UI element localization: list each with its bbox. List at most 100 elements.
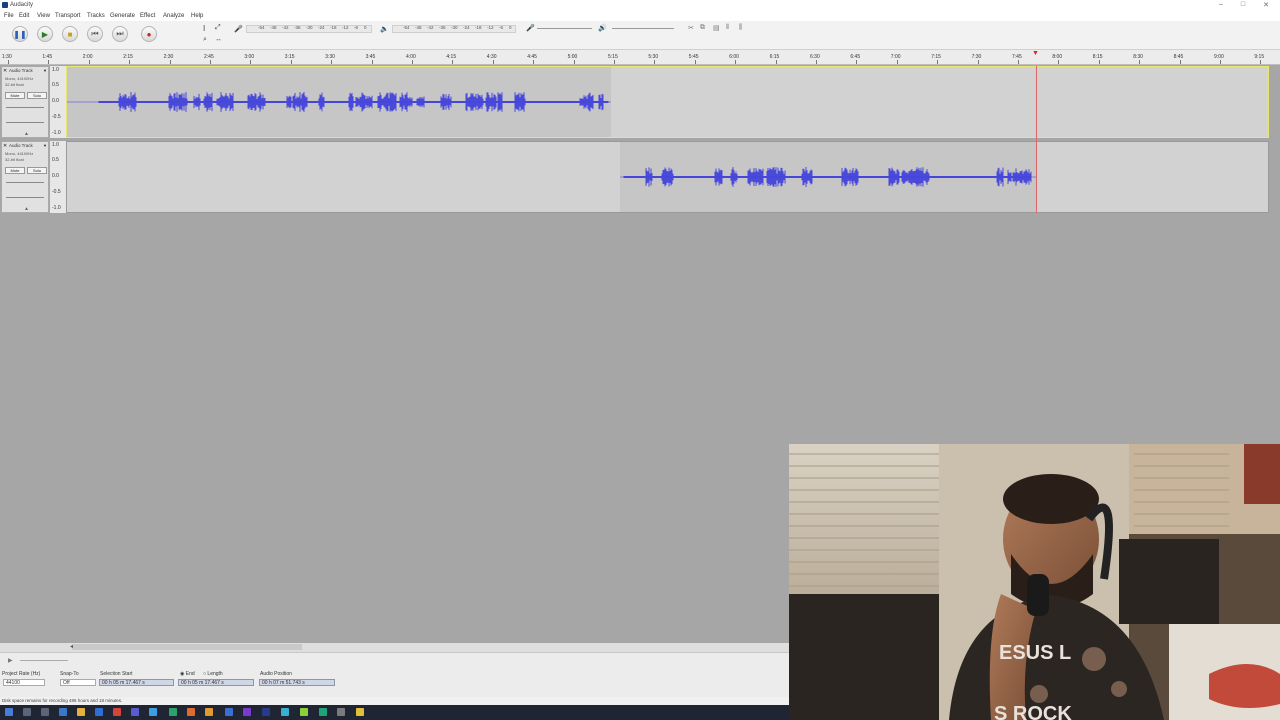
solo-button[interactable]: Solo xyxy=(27,167,47,174)
menu-tracks[interactable]: Tracks xyxy=(87,13,105,19)
edge-icon[interactable] xyxy=(59,708,67,716)
gain-slider[interactable] xyxy=(6,107,44,108)
app-icon[interactable] xyxy=(337,708,345,716)
play-head-marker-icon[interactable]: ▼ xyxy=(1032,50,1039,57)
silence-icon[interactable]: ⫼ xyxy=(739,24,742,32)
audacity-taskbar-icon[interactable] xyxy=(356,708,364,716)
gain-slider[interactable] xyxy=(6,182,44,183)
selection-start-field[interactable]: 00 h 05 m 17.467 s xyxy=(99,679,174,686)
app-icon[interactable] xyxy=(205,708,213,716)
cut-icon[interactable]: ✂ xyxy=(688,24,694,32)
close-icon[interactable]: ✕ xyxy=(1259,1,1273,9)
menu-view[interactable]: View xyxy=(37,13,50,19)
microphone-icon[interactable]: 🎤 xyxy=(234,25,243,33)
app-icon[interactable] xyxy=(169,708,177,716)
menu-generate[interactable]: Generate xyxy=(110,13,135,19)
skip-start-button[interactable]: ⏮ xyxy=(87,26,103,42)
pan-slider[interactable] xyxy=(6,122,44,123)
task-view-icon[interactable] xyxy=(41,708,49,716)
track-menu-chevron-down-icon[interactable]: ▼ xyxy=(43,68,47,73)
solo-button[interactable]: Solo xyxy=(27,92,47,99)
app-icon[interactable] xyxy=(131,708,139,716)
app-icon[interactable] xyxy=(243,708,251,716)
search-icon[interactable] xyxy=(23,708,31,716)
selection-tool-icon[interactable]: I xyxy=(203,24,205,33)
app-icon[interactable] xyxy=(319,708,327,716)
paste-icon[interactable]: ▤ xyxy=(713,24,720,32)
end-radio[interactable]: ◉ End xyxy=(180,671,195,677)
track-2-waveform[interactable] xyxy=(620,142,1037,212)
app-icon[interactable] xyxy=(300,708,308,716)
audio-position-field[interactable]: 00 h 07 m 51.743 s xyxy=(259,679,335,686)
file-explorer-icon[interactable] xyxy=(77,708,85,716)
play-button[interactable]: ▶ xyxy=(37,26,53,42)
track-close-icon[interactable]: ✕ xyxy=(3,143,7,149)
track-menu-chevron-down-icon[interactable]: ▼ xyxy=(43,143,47,148)
app-icon[interactable] xyxy=(281,708,289,716)
trim-icon[interactable]: ⫴ xyxy=(726,24,729,32)
playback-meter-tick-8: -12 xyxy=(487,25,494,30)
timeline-ruler[interactable]: 1:30 1:45 2:00 2:15 2:30 2:45 3:00 3:15 3:30 3:45… xyxy=(0,50,1280,65)
copy-icon[interactable]: ⧉ xyxy=(700,24,705,32)
menu-transport[interactable]: Transport xyxy=(55,13,80,19)
zoom-tool-icon[interactable]: ⌕ xyxy=(203,36,207,44)
minimize-icon[interactable]: – xyxy=(1214,1,1228,8)
ruler-tick-label: 5:30 xyxy=(648,54,659,60)
collapse-track-icon[interactable]: ▲ xyxy=(24,206,29,212)
pan-slider[interactable] xyxy=(6,197,44,198)
menu-effect[interactable]: Effect xyxy=(140,13,155,19)
chrome-icon[interactable] xyxy=(113,708,121,716)
menu-edit[interactable]: Edit xyxy=(19,13,29,19)
app-icon[interactable] xyxy=(225,708,233,716)
ruler-tick xyxy=(533,60,535,64)
pause-button[interactable]: ❚❚ xyxy=(12,26,28,42)
skip-end-button[interactable]: ⏭ xyxy=(112,26,128,42)
playback-meter-tick-7: -18 xyxy=(475,25,482,30)
track-1-control-panel[interactable]: ✕ Audio Track ▼ Mono, 44100Hz 32-bit flo… xyxy=(1,66,49,138)
ruler-tick xyxy=(1220,60,1221,64)
envelope-tool-icon[interactable]: ⤢ xyxy=(215,24,221,32)
playback-volume-slider[interactable] xyxy=(612,28,674,29)
length-radio[interactable]: ○ Length xyxy=(203,671,223,677)
record-volume-slider[interactable] xyxy=(537,28,592,29)
ruler-tick xyxy=(775,60,777,64)
track-name[interactable]: Audio Track xyxy=(9,68,33,73)
stop-button[interactable]: ■ xyxy=(62,26,78,42)
menu-file[interactable]: File xyxy=(4,13,14,19)
track-name[interactable]: Audio Track xyxy=(9,143,33,148)
track-1-waveform[interactable] xyxy=(67,67,611,137)
speaker-icon[interactable]: 🔈 xyxy=(380,25,389,33)
record-meter-tick-10: 0 xyxy=(364,25,367,30)
mute-button[interactable]: Mute xyxy=(5,92,25,99)
mute-button[interactable]: Mute xyxy=(5,167,25,174)
ruler-tick-label: 8:45 xyxy=(1173,54,1184,60)
scrollbar-thumb[interactable] xyxy=(72,644,302,650)
timeshift-tool-icon[interactable]: ↔ xyxy=(215,36,222,43)
maximize-icon[interactable]: □ xyxy=(1236,1,1250,8)
collapse-track-icon[interactable]: ▲ xyxy=(24,131,29,137)
snap-to-select[interactable]: Off xyxy=(60,679,96,686)
ruler-tick xyxy=(937,60,939,64)
ruler-tick-label: 6:00 xyxy=(729,54,739,60)
selection-end-field[interactable]: 00 h 05 m 17.467 s xyxy=(178,679,254,686)
app-icon[interactable] xyxy=(262,708,270,716)
amp-label: -1.0 xyxy=(52,130,61,136)
play-speed-slider[interactable] xyxy=(20,660,68,661)
track-2-control-panel[interactable]: ✕ Audio Track ▼ Mono, 44100Hz 32-bit flo… xyxy=(1,141,49,213)
play-at-speed-icon[interactable]: ▶ xyxy=(8,657,13,664)
ruler-tick-label: 4:45 xyxy=(527,54,537,60)
scroll-left-chevron-icon[interactable]: ◂ xyxy=(70,643,73,650)
playback-meter-tick-1: -54 xyxy=(403,25,410,30)
menu-help[interactable]: Help xyxy=(191,13,203,19)
record-meter-tick-9: -6 xyxy=(354,25,359,30)
store-icon[interactable] xyxy=(95,708,103,716)
app-icon[interactable] xyxy=(149,708,157,716)
project-rate-select[interactable]: 44100 xyxy=(3,679,45,686)
app-icon[interactable] xyxy=(187,708,195,716)
record-button[interactable]: ● xyxy=(141,26,157,42)
start-icon[interactable] xyxy=(5,708,13,716)
menu-analyze[interactable]: Analyze xyxy=(163,13,184,19)
track-close-icon[interactable]: ✕ xyxy=(3,68,7,74)
ruler-tick xyxy=(977,60,979,64)
ruler-tick-label: 6:30 xyxy=(810,54,820,60)
